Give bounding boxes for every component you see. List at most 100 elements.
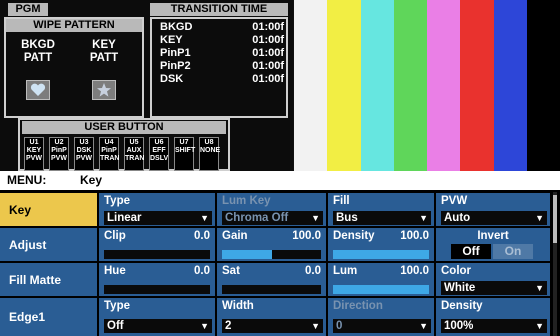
param-label: PVW	[441, 195, 468, 207]
invert-off-toggle[interactable]: Off	[451, 244, 491, 259]
menu-header: MENU: Key	[0, 171, 560, 190]
ub-line2: TRAN	[100, 155, 120, 162]
dropdown-value: Chroma Off	[225, 212, 289, 224]
invert-on-toggle[interactable]: On	[493, 244, 533, 259]
ub-line2: PVW	[76, 155, 92, 162]
dropdown-value: 0	[336, 320, 343, 332]
dropdown-arrow-icon: ▼	[419, 321, 428, 331]
param-label: Density	[333, 230, 375, 242]
user-button-u8[interactable]: U8 NONE	[199, 137, 221, 171]
wipe-pattern-title: WIPE PATTERN	[6, 19, 142, 32]
bkgd-pattern-box[interactable]	[26, 80, 50, 100]
lum-slider[interactable]	[333, 285, 429, 294]
pgm-label: PGM	[8, 3, 48, 16]
ub-line2: TRAN	[125, 155, 145, 162]
clip-cell[interactable]: Clip 0.0	[97, 228, 215, 261]
tt-name: KEY	[160, 34, 183, 46]
wipe-key-label: KEY	[92, 39, 116, 51]
fill-dropdown[interactable]: Bus ▼	[333, 211, 431, 225]
transition-time-list: BKGD 01:00f KEY 01:00f PinP1 01:00f PinP2 01…	[150, 21, 288, 116]
user-button-u6[interactable]: U6 EFF DSLV	[149, 137, 169, 171]
param-label: Density	[441, 300, 483, 312]
row-edge1[interactable]: Edge1	[0, 298, 97, 336]
user-button-u3[interactable]: U3 DSK PVW	[74, 137, 94, 171]
menu-scrollbar-thumb[interactable]	[553, 195, 557, 243]
dropdown-arrow-icon: ▼	[535, 321, 544, 331]
user-button-u5[interactable]: U5 AUX TRAN	[124, 137, 144, 171]
hue-slider[interactable]	[104, 285, 210, 294]
param-label: Lum Key	[222, 195, 271, 207]
ub-line1: AUX	[126, 147, 142, 154]
user-button-u2[interactable]: U2 PinP PVW	[49, 137, 69, 171]
tt-name: PinP2	[160, 60, 191, 72]
dropdown-value: Linear	[107, 212, 142, 224]
lum-cell[interactable]: Lum 100.0	[326, 263, 434, 296]
tt-name: DSK	[160, 73, 184, 85]
ub-id: U6	[154, 139, 164, 146]
dropdown-value: Bus	[336, 212, 358, 224]
user-button-u7[interactable]: U7 SHIFT	[174, 137, 195, 171]
color-dropdown[interactable]: White ▼	[441, 281, 547, 295]
density-cell[interactable]: Density 100.0	[326, 228, 434, 261]
ub-line1: DSK	[76, 147, 92, 154]
dropdown-arrow-icon: ▼	[535, 213, 544, 223]
row-adjust[interactable]: Adjust	[0, 228, 97, 261]
dropdown-value: Off	[107, 320, 124, 332]
user-button-title: USER BUTTON	[22, 121, 226, 134]
clip-slider[interactable]	[104, 250, 210, 259]
dropdown-value: Auto	[444, 212, 471, 224]
direction-cell: Direction 0 ▼	[326, 298, 434, 336]
width-cell[interactable]: Width 2 ▼	[215, 298, 326, 336]
density-slider[interactable]	[333, 250, 429, 259]
color-bar	[393, 0, 427, 171]
star-icon	[97, 83, 111, 97]
slider-fill	[333, 250, 429, 259]
param-label: Type	[104, 195, 130, 207]
row-key[interactable]: Key	[0, 193, 97, 226]
pvw-cell[interactable]: PVW Auto ▼	[434, 193, 550, 226]
gain-slider[interactable]	[222, 250, 321, 259]
param-value: 100.0	[400, 230, 429, 242]
dropdown-arrow-icon: ▼	[200, 213, 209, 223]
width-dropdown[interactable]: 2 ▼	[222, 319, 323, 333]
edge-type-cell[interactable]: Type Off ▼	[97, 298, 215, 336]
edge-density-cell[interactable]: Density 100% ▼	[434, 298, 550, 336]
ub-line1: KEY	[26, 147, 42, 154]
edge-density-dropdown[interactable]: 100% ▼	[441, 319, 547, 333]
tt-value: 01:00f	[252, 21, 284, 33]
param-label: Sat	[222, 265, 240, 277]
param-label: Fill	[333, 195, 350, 207]
sat-cell[interactable]: Sat 0.0	[215, 263, 326, 296]
color-bar	[460, 0, 494, 171]
gain-cell[interactable]: Gain 100.0	[215, 228, 326, 261]
row-fill-matte[interactable]: Fill Matte	[0, 263, 97, 296]
user-button-panel: USER BUTTON U1 KEY PVW U2 PinP PVW U3 DSK PVW …	[18, 118, 230, 171]
user-button-u1[interactable]: U1 KEY PVW	[24, 137, 44, 171]
ub-line1: PinP	[51, 147, 67, 154]
pvw-dropdown[interactable]: Auto ▼	[441, 211, 547, 225]
user-button-u4[interactable]: U4 PinP TRAN	[99, 137, 119, 171]
param-label: Type	[104, 300, 130, 312]
color-cell[interactable]: Color White ▼	[434, 263, 550, 296]
ub-id: U2	[54, 139, 64, 146]
sat-slider[interactable]	[222, 285, 321, 294]
slider-fill	[333, 285, 429, 294]
ub-line1: NONE	[200, 147, 221, 154]
fill-cell[interactable]: Fill Bus ▼	[326, 193, 434, 226]
edge-type-dropdown[interactable]: Off ▼	[104, 319, 212, 333]
key-type-dropdown[interactable]: Linear ▼	[104, 211, 212, 225]
param-label: Color	[441, 265, 472, 277]
wipe-bkgd-label: BKGD	[21, 39, 55, 51]
tt-name: PinP1	[160, 47, 191, 59]
key-type-cell[interactable]: Type Linear ▼	[97, 193, 215, 226]
ub-line2: PVW	[51, 155, 67, 162]
invert-cell[interactable]: Invert Off On	[434, 228, 550, 261]
key-pattern-box[interactable]	[92, 80, 116, 100]
ub-line2: DSLV	[150, 155, 169, 162]
ub-line1: EFF	[152, 147, 166, 154]
color-bar	[327, 0, 361, 171]
hue-cell[interactable]: Hue 0.0	[97, 263, 215, 296]
row-label: Edge1	[9, 310, 46, 324]
ub-id: U1	[29, 139, 39, 146]
color-bar	[360, 0, 394, 171]
